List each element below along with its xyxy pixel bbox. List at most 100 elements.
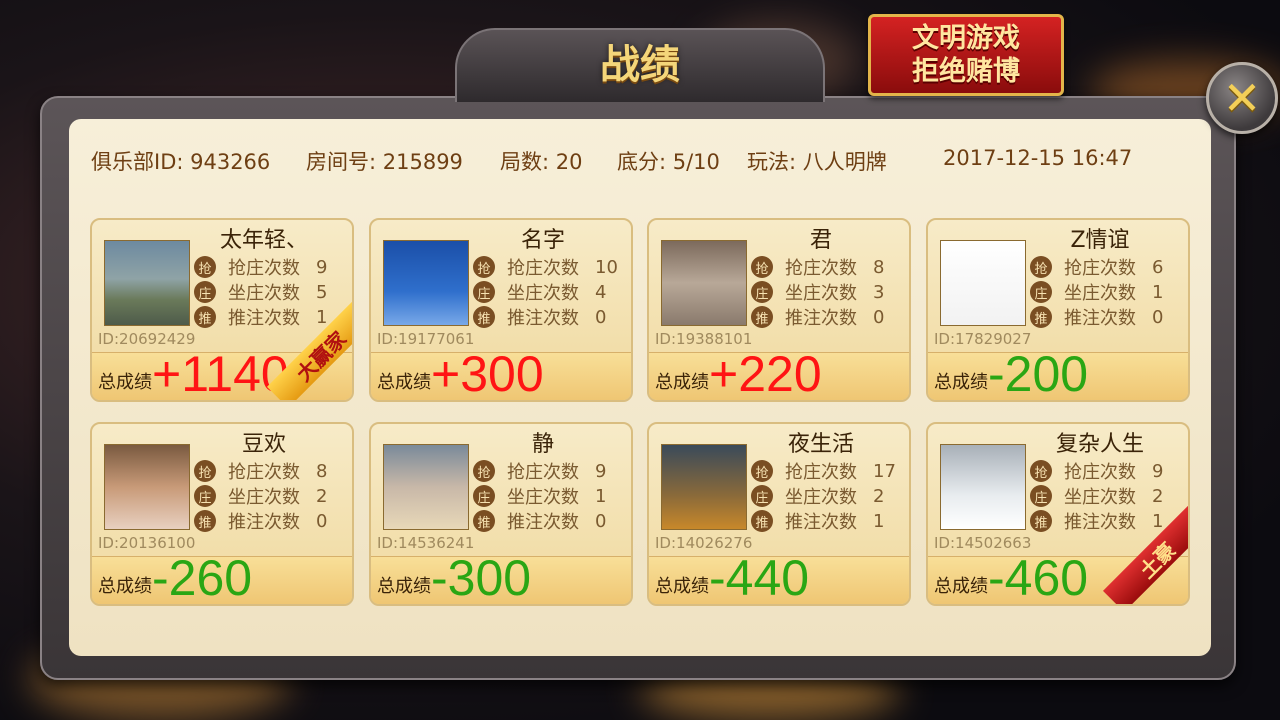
room-number: 房间号: 215899 (306, 150, 463, 174)
player-name: 名字 (520, 228, 565, 253)
grab-badge-icon: 抢 (1030, 256, 1052, 278)
stat-sit: 庄 坐庄次数 3 (751, 281, 885, 304)
stat-sit: 庄 坐庄次数 1 (473, 485, 606, 508)
stat-sit: 庄 坐庄次数 4 (473, 281, 606, 304)
stat-value: 9 (316, 256, 328, 278)
stat-value: 8 (316, 460, 328, 482)
stat-value: 1 (1152, 281, 1164, 303)
stat-value: 9 (595, 460, 607, 482)
stat-label: 抢庄次数 (1064, 462, 1136, 483)
stat-label: 推注次数 (785, 308, 857, 329)
sit-badge-icon: 庄 (751, 485, 773, 507)
player-name: 豆欢 (241, 432, 286, 457)
total-score: -200 (988, 346, 1089, 402)
stat-sit: 庄 坐庄次数 2 (1030, 485, 1164, 508)
player-card: 复杂人生 抢 抢庄次数 9 庄 坐庄次数 2 推 推注次数 1 ID:14502… (926, 422, 1190, 606)
stat-label: 抢庄次数 (1064, 258, 1136, 279)
stat-label: 坐庄次数 (228, 487, 300, 508)
stat-grab: 抢 抢庄次数 9 (473, 460, 607, 483)
stat-value: 0 (873, 306, 885, 328)
stat-push: 推 推注次数 1 (194, 306, 328, 329)
total-label: 总成绩 (655, 576, 709, 597)
stat-grab: 抢 抢庄次数 6 (1030, 256, 1164, 279)
dialog-title: 战绩 (600, 42, 680, 88)
player-card: 名字 抢 抢庄次数 10 庄 坐庄次数 4 推 推注次数 0 ID:191770… (369, 218, 633, 402)
total-label: 总成绩 (934, 576, 988, 597)
stat-label: 坐庄次数 (1064, 487, 1136, 508)
player-name: 君 (809, 228, 832, 253)
stat-value: 1 (1152, 510, 1164, 532)
stat-value: 0 (316, 510, 328, 532)
stat-label: 坐庄次数 (507, 283, 579, 304)
stat-grab: 抢 抢庄次数 10 (473, 256, 618, 279)
sit-badge-icon: 庄 (473, 485, 495, 507)
player-name: Z情谊 (1070, 228, 1130, 253)
grab-badge-icon: 抢 (1030, 460, 1052, 482)
stat-value: 3 (873, 281, 885, 303)
push-badge-icon: 推 (194, 510, 216, 532)
stat-value: 17 (873, 460, 896, 482)
push-badge-icon: 推 (194, 306, 216, 328)
stat-push: 推 推注次数 0 (473, 510, 606, 533)
match-time: 2017-12-15 16:47 (943, 146, 1133, 170)
stat-push: 推 推注次数 1 (751, 510, 885, 533)
stat-grab: 抢 抢庄次数 8 (751, 256, 885, 279)
stat-label: 坐庄次数 (507, 487, 579, 508)
stat-label: 坐庄次数 (785, 283, 857, 304)
player-card: 君 抢 抢庄次数 8 庄 坐庄次数 3 推 推注次数 0 ID:19388101… (647, 218, 911, 402)
stat-label: 抢庄次数 (785, 258, 857, 279)
stat-push: 推 推注次数 0 (751, 306, 885, 329)
stat-label: 抢庄次数 (507, 462, 579, 483)
stat-label: 坐庄次数 (785, 487, 857, 508)
stat-value: 0 (595, 306, 607, 328)
slogan-line-2: 拒绝赌博 (912, 56, 1020, 87)
total-label: 总成绩 (98, 576, 152, 597)
stat-push: 推 推注次数 0 (473, 306, 607, 329)
player-card: 静 抢 抢庄次数 9 庄 坐庄次数 1 推 推注次数 0 ID:14536241… (369, 422, 633, 606)
grab-badge-icon: 抢 (194, 256, 216, 278)
total-label: 总成绩 (934, 372, 988, 393)
total-score: +220 (709, 346, 822, 402)
total-score: +300 (431, 346, 544, 402)
slogan-line-1: 文明游戏 (912, 23, 1020, 54)
stat-value: 6 (1152, 256, 1164, 278)
stat-value: 1 (873, 510, 885, 532)
total-label: 总成绩 (377, 372, 431, 393)
stat-value: 9 (1152, 460, 1164, 482)
stat-label: 推注次数 (507, 308, 579, 329)
sit-badge-icon: 庄 (1030, 485, 1052, 507)
stat-value: 2 (316, 485, 328, 507)
close-button[interactable]: ✕ (1206, 62, 1278, 134)
player-name: 静 (531, 432, 554, 457)
stat-label: 坐庄次数 (1064, 283, 1136, 304)
stat-label: 推注次数 (1064, 308, 1136, 329)
stat-value: 2 (1152, 485, 1164, 507)
stat-label: 抢庄次数 (228, 462, 300, 483)
stat-value: 0 (1152, 306, 1164, 328)
total-label: 总成绩 (98, 372, 152, 393)
club-id: 俱乐部ID: 943266 (91, 150, 271, 174)
push-badge-icon: 推 (1030, 306, 1052, 328)
total-score: -440 (709, 550, 810, 606)
stat-sit: 庄 坐庄次数 2 (194, 485, 328, 508)
stat-value: 1 (316, 306, 328, 328)
total-label: 总成绩 (655, 372, 709, 393)
stat-grab: 抢 抢庄次数 8 (194, 460, 328, 483)
push-badge-icon: 推 (1030, 510, 1052, 532)
player-name: 复杂人生 (1055, 432, 1144, 457)
stat-label: 抢庄次数 (785, 462, 857, 483)
stat-grab: 抢 抢庄次数 9 (1030, 460, 1164, 483)
base-score: 底分: 5/10 (617, 150, 720, 174)
stat-value: 5 (316, 281, 328, 303)
push-badge-icon: 推 (473, 510, 495, 532)
stat-push: 推 推注次数 0 (1030, 306, 1164, 329)
grab-badge-icon: 抢 (473, 256, 495, 278)
stat-value: 8 (873, 256, 885, 278)
stat-sit: 庄 坐庄次数 5 (194, 281, 328, 304)
push-badge-icon: 推 (751, 306, 773, 328)
total-score: -460 (988, 550, 1089, 606)
sit-badge-icon: 庄 (473, 281, 495, 303)
player-card: 太年轻、 抢 抢庄次数 9 庄 坐庄次数 5 推 推注次数 1 ID:20692… (90, 218, 354, 402)
stat-label: 推注次数 (1064, 512, 1136, 533)
player-name: 夜生活 (787, 432, 854, 457)
